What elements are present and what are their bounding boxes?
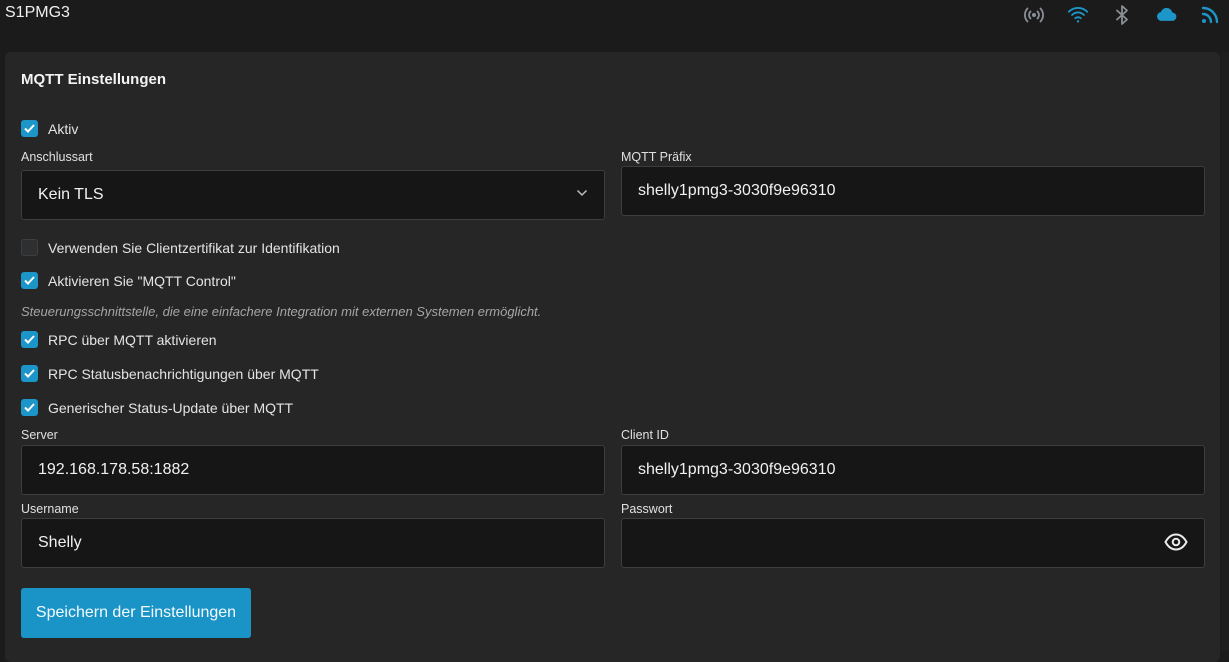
mqtt-settings-card: MQTT Einstellungen Aktiv Anschlussart Ke… — [5, 52, 1220, 662]
server-value: 192.168.178.58:1882 — [38, 461, 190, 478]
chevron-down-icon — [576, 189, 588, 197]
mqtt-prefix-input[interactable]: shelly1pmg3-3030f9e96310 — [621, 166, 1205, 216]
rss-icon[interactable] — [1199, 4, 1221, 26]
client-id-value: shelly1pmg3-3030f9e96310 — [638, 461, 836, 478]
cloud-icon[interactable] — [1155, 4, 1177, 26]
server-input[interactable]: 192.168.178.58:1882 — [21, 445, 605, 495]
checkmark-icon — [24, 124, 35, 133]
generic-status-label: Generischer Status-Update über MQTT — [48, 399, 294, 416]
card-title: MQTT Einstellungen — [21, 71, 166, 88]
top-bar: S1PMG3 — [0, 0, 1229, 40]
connection-type-value: Kein TLS — [38, 186, 104, 203]
mqtt-prefix-value: shelly1pmg3-3030f9e96310 — [638, 182, 836, 199]
mqtt-control-checkbox[interactable] — [21, 272, 38, 289]
save-settings-button[interactable]: Speichern der Einstellungen — [21, 588, 251, 638]
username-label: Username — [21, 502, 79, 516]
rpc-status-checkbox-row[interactable]: RPC Statusbenachrichtigungen über MQTT — [21, 365, 319, 382]
client-id-label: Client ID — [621, 428, 669, 442]
password-input[interactable] — [621, 518, 1205, 568]
rpc-status-checkbox[interactable] — [21, 365, 38, 382]
client-cert-checkbox-row[interactable]: Verwenden Sie Clientzertifikat zur Ident… — [21, 239, 340, 256]
server-label: Server — [21, 428, 58, 442]
client-id-input[interactable]: shelly1pmg3-3030f9e96310 — [621, 445, 1205, 495]
mqtt-control-checkbox-row[interactable]: Aktivieren Sie "MQTT Control" — [21, 272, 236, 289]
client-cert-checkbox[interactable] — [21, 239, 38, 256]
status-icons — [1001, 4, 1221, 26]
rpc-mqtt-label: RPC über MQTT aktivieren — [48, 331, 217, 348]
connection-type-label: Anschlussart — [21, 150, 93, 164]
generic-status-checkbox-row[interactable]: Generischer Status-Update über MQTT — [21, 399, 293, 416]
eye-icon[interactable] — [1164, 533, 1188, 551]
aktiv-label: Aktiv — [48, 120, 79, 137]
rpc-status-label: RPC Statusbenachrichtigungen über MQTT — [48, 365, 319, 382]
scrollbar[interactable] — [1221, 52, 1229, 651]
checkmark-icon — [24, 369, 35, 378]
mqtt-prefix-label: MQTT Präfix — [621, 150, 692, 164]
generic-status-checkbox[interactable] — [21, 399, 38, 416]
checkmark-icon — [24, 276, 35, 285]
checkmark-icon — [24, 403, 35, 412]
rpc-mqtt-checkbox[interactable] — [21, 331, 38, 348]
mqtt-control-hint: Steuerungsschnittstelle, die eine einfac… — [21, 304, 542, 319]
password-label: Passwort — [621, 502, 673, 516]
aktiv-checkbox-row[interactable]: Aktiv — [21, 120, 78, 137]
username-input[interactable]: Shelly — [21, 518, 605, 568]
connection-type-select[interactable]: Kein TLS — [21, 170, 605, 220]
username-value: Shelly — [38, 534, 82, 551]
aktiv-checkbox[interactable] — [21, 120, 38, 137]
bluetooth-icon[interactable] — [1111, 4, 1133, 26]
device-name: S1PMG3 — [5, 4, 70, 21]
wifi-icon[interactable] — [1067, 4, 1089, 26]
rpc-mqtt-checkbox-row[interactable]: RPC über MQTT aktivieren — [21, 331, 217, 348]
checkmark-icon — [24, 335, 35, 344]
broadcast-icon[interactable] — [1023, 4, 1045, 26]
client-cert-label: Verwenden Sie Clientzertifikat zur Ident… — [48, 239, 340, 256]
mqtt-control-label: Aktivieren Sie "MQTT Control" — [48, 272, 236, 289]
